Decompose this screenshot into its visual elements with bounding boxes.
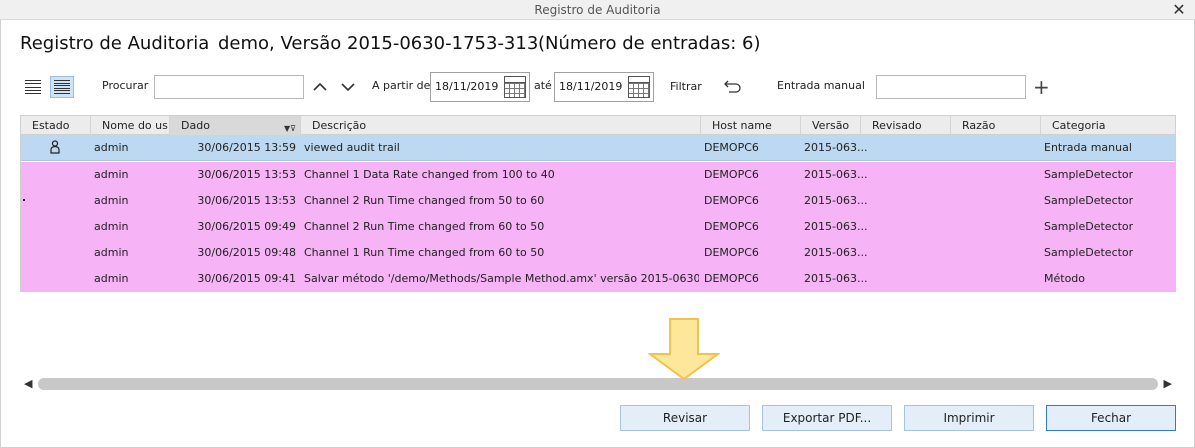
chevron-up-icon[interactable] xyxy=(311,78,329,96)
close-icon[interactable]: ✕ xyxy=(1171,0,1187,20)
cell-category: Entrada manual xyxy=(1044,141,1132,154)
cell-host: DEMOPC6 xyxy=(704,272,759,285)
column-header-date[interactable]: Dado ▼⊽ xyxy=(170,116,301,135)
to-date-field[interactable]: 18/11/2019 xyxy=(554,72,654,102)
page-heading: Registro de Auditoria demo, Versão 2015-… xyxy=(20,33,761,54)
cell-host: DEMOPC6 xyxy=(704,141,759,154)
cell-host: DEMOPC6 xyxy=(704,220,759,233)
cell-host: DEMOPC6 xyxy=(704,246,759,259)
entry-count-label: (Número de entradas: 6) xyxy=(538,33,761,54)
scrollbar-thumb[interactable] xyxy=(38,378,1158,390)
table-row[interactable]: admin 30/06/2015 09:48 Channel 1 Run Tim… xyxy=(21,240,1175,266)
cell-host: DEMOPC6 xyxy=(704,194,759,207)
horizontal-scrollbar[interactable]: ◀ ▶ xyxy=(20,377,1176,391)
review-button[interactable]: Revisar xyxy=(620,405,750,431)
manual-entry-input[interactable] xyxy=(876,75,1026,99)
print-button[interactable]: Imprimir xyxy=(904,405,1034,431)
cell-description: Channel 2 Run Time changed from 60 to 50 xyxy=(304,220,545,233)
user-version-label: demo, Versão 2015-0630-1753-31308 xyxy=(218,33,538,54)
column-header-category[interactable]: Categoria xyxy=(1041,116,1175,135)
cell-version: 2015-063... xyxy=(804,194,868,207)
table-row[interactable]: admin 30/06/2015 13:53 Channel 1 Data Ra… xyxy=(21,162,1175,188)
cell-version: 2015-063... xyxy=(804,246,868,259)
cell-version: 2015-063... xyxy=(804,141,868,154)
cell-version: 2015-063... xyxy=(804,168,868,181)
cell-date: 30/06/2015 13:53 xyxy=(197,168,296,181)
cell-description: Channel 2 Run Time changed from 50 to 60 xyxy=(304,194,545,207)
cell-date: 30/06/2015 13:59 xyxy=(197,141,296,154)
cell-category: SampleDetector xyxy=(1044,246,1134,259)
to-date-value: 18/11/2019 xyxy=(559,80,623,93)
from-date-label: A partir de xyxy=(372,79,431,92)
cell-host: DEMOPC6 xyxy=(704,168,759,181)
calendar-icon[interactable] xyxy=(504,76,526,98)
cell-version: 2015-063... xyxy=(804,272,868,285)
calendar-icon[interactable] xyxy=(628,76,650,98)
cell-description: Salvar método '/demo/Methods/Sample Meth… xyxy=(304,272,699,285)
window-titlebar: Registro de Auditoria ✕ xyxy=(0,0,1195,20)
scroll-right-icon[interactable]: ▶ xyxy=(1164,377,1172,391)
column-header-version[interactable]: Versão xyxy=(801,116,861,135)
cell-category: SampleDetector xyxy=(1044,220,1134,233)
table-row[interactable]: admin 30/06/2015 13:59 viewed audit trai… xyxy=(21,135,1175,161)
list-view-icon[interactable] xyxy=(21,76,45,98)
search-input[interactable] xyxy=(154,75,304,99)
column-header-user[interactable]: Nome do us xyxy=(91,116,170,135)
scroll-left-icon[interactable]: ◀ xyxy=(24,377,32,391)
column-header-reason[interactable]: Razão xyxy=(951,116,1041,135)
add-icon[interactable]: + xyxy=(1033,77,1050,97)
table-header: Estado Nome do us Dado ▼⊽ Descrição Host… xyxy=(21,116,1175,135)
detail-view-icon[interactable] xyxy=(50,76,74,98)
highlight-arrow-icon xyxy=(648,318,720,380)
table-row[interactable]: admin 30/06/2015 13:53 Channel 2 Run Tim… xyxy=(21,188,1175,214)
from-date-value: 18/11/2019 xyxy=(435,80,499,93)
cell-category: Método xyxy=(1044,272,1086,285)
from-date-field[interactable]: 18/11/2019 xyxy=(430,72,530,102)
cell-date: 30/06/2015 09:48 xyxy=(197,246,296,259)
column-header-reviewed[interactable]: Revisado xyxy=(861,116,951,135)
column-header-status[interactable]: Estado xyxy=(21,116,91,135)
filter-button[interactable]: Filtrar xyxy=(670,80,702,93)
cell-description: viewed audit trail xyxy=(304,141,400,154)
column-header-description[interactable]: Descrição xyxy=(301,116,701,135)
window-title: Registro de Auditoria xyxy=(534,3,661,17)
row-marker-dot xyxy=(23,199,25,201)
cell-user: admin xyxy=(94,220,129,233)
table-row[interactable]: admin 30/06/2015 09:41 Salvar método '/d… xyxy=(21,266,1175,291)
cell-user: admin xyxy=(94,246,129,259)
manual-entry-label: Entrada manual xyxy=(777,79,865,92)
table-row[interactable]: admin 30/06/2015 09:49 Channel 2 Run Tim… xyxy=(21,214,1175,240)
close-button[interactable]: Fechar xyxy=(1046,405,1176,431)
cell-user: admin xyxy=(94,141,129,154)
cell-date: 30/06/2015 09:41 xyxy=(197,272,296,285)
column-header-date-label: Dado xyxy=(181,119,210,132)
cell-user: admin xyxy=(94,194,129,207)
column-header-host[interactable]: Host name xyxy=(701,116,801,135)
cell-description: Channel 1 Data Rate changed from 100 to … xyxy=(304,168,555,181)
user-icon xyxy=(50,140,60,154)
cell-user: admin xyxy=(94,168,129,181)
cell-category: SampleDetector xyxy=(1044,194,1134,207)
page-title: Registro de Auditoria xyxy=(20,33,210,54)
audit-table: Estado Nome do us Dado ▼⊽ Descrição Host… xyxy=(20,115,1176,292)
cell-user: admin xyxy=(94,272,129,285)
chevron-down-icon[interactable] xyxy=(339,78,357,96)
undo-icon[interactable] xyxy=(723,78,743,94)
cell-description: Channel 1 Run Time changed from 60 to 50 xyxy=(304,246,545,259)
cell-category: SampleDetector xyxy=(1044,168,1134,181)
export-pdf-button[interactable]: Exportar PDF... xyxy=(762,405,892,431)
sort-filter-icon[interactable]: ▼⊽ xyxy=(284,119,296,135)
cell-date: 30/06/2015 09:49 xyxy=(197,220,296,233)
to-date-label: até xyxy=(534,79,552,92)
search-label: Procurar xyxy=(102,79,149,92)
cell-date: 30/06/2015 13:53 xyxy=(197,194,296,207)
cell-version: 2015-063... xyxy=(804,220,868,233)
